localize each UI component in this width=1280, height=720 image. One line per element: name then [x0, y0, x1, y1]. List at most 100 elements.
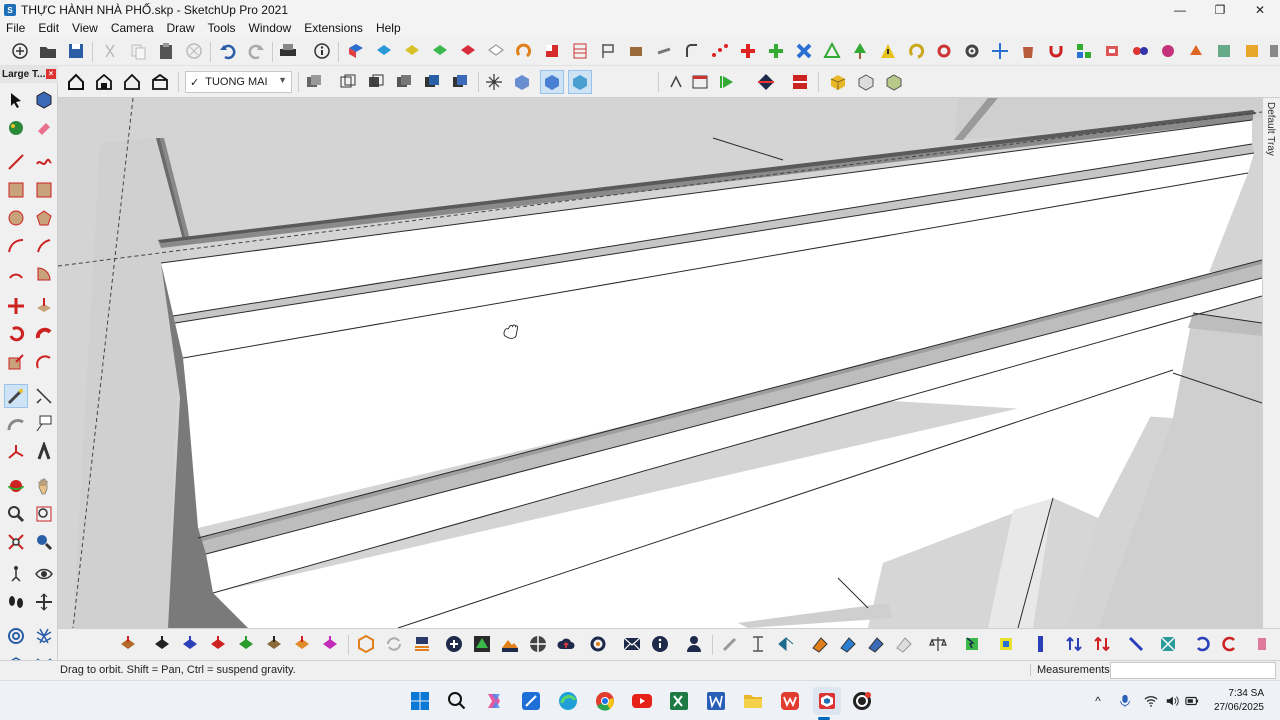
rotate-icon[interactable] [6, 324, 26, 344]
zoom-extents-icon[interactable] [6, 532, 26, 552]
terrain-icon[interactable] [472, 634, 492, 654]
solid-trim-icon[interactable] [208, 634, 228, 654]
red-square-icon[interactable] [542, 41, 562, 61]
magnet-icon[interactable] [1046, 41, 1066, 61]
plugin-a-icon[interactable] [1102, 41, 1122, 61]
solid-subtract-icon[interactable] [180, 634, 200, 654]
rectangle-icon[interactable] [6, 180, 26, 200]
plugin-b-icon[interactable] [1130, 41, 1150, 61]
user-profile-icon[interactable] [684, 634, 704, 654]
speaker-icon[interactable] [1164, 693, 1180, 709]
warehouse-icon[interactable] [356, 634, 376, 654]
paint-bucket-icon[interactable] [6, 118, 26, 138]
blue-cube-icon[interactable] [346, 41, 366, 61]
menu-draw[interactable]: Draw [161, 21, 202, 35]
green-diamond-icon[interactable] [430, 41, 450, 61]
redo-icon[interactable] [246, 41, 266, 61]
chevron-up-icon[interactable]: ^ [1090, 693, 1106, 709]
line-pencil-icon[interactable] [6, 152, 26, 172]
warning-icon[interactable] [878, 41, 898, 61]
white-box-icon[interactable] [856, 72, 876, 92]
cut-icon[interactable] [100, 41, 120, 61]
red-cross-icon[interactable] [738, 41, 758, 61]
edge-browser-icon[interactable] [556, 689, 580, 713]
green-blocks-icon[interactable] [1074, 41, 1094, 61]
copilot-icon[interactable] [482, 689, 506, 713]
up-down-red-arrows-icon[interactable] [1092, 634, 1112, 654]
loop-icon[interactable] [906, 41, 926, 61]
tape-measure-active-icon[interactable] [4, 384, 28, 408]
zoom-icon[interactable] [6, 504, 26, 524]
refresh-icon[interactable] [384, 634, 404, 654]
brown-box-icon[interactable] [626, 41, 646, 61]
pan-hand-icon[interactable] [34, 476, 54, 496]
close-panel-button[interactable]: × [46, 69, 56, 79]
select-green-icon[interactable] [996, 634, 1016, 654]
diagonal-arrow-icon[interactable] [1126, 634, 1146, 654]
sketchup-taskbar-icon[interactable] [813, 687, 841, 715]
white-diamond-icon[interactable] [486, 41, 506, 61]
tree-icon[interactable] [850, 41, 870, 61]
select-blue-icon[interactable] [962, 634, 982, 654]
section-cut-icon[interactable] [790, 72, 810, 92]
hidden-line-icon[interactable] [366, 72, 386, 92]
circle-icon[interactable] [6, 208, 26, 228]
yellow-diamond-icon[interactable] [402, 41, 422, 61]
top-view-icon[interactable] [512, 72, 532, 92]
section-plane-tool-icon[interactable] [34, 592, 54, 612]
red-diamond-icon[interactable] [458, 41, 478, 61]
undo-blue-icon[interactable] [1192, 634, 1212, 654]
plugin-d-icon[interactable] [1186, 41, 1206, 61]
gear-icon[interactable] [962, 41, 982, 61]
cloud-upload-icon[interactable] [556, 634, 576, 654]
bucket-icon[interactable] [1018, 41, 1038, 61]
chrome-browser-icon[interactable] [593, 689, 617, 713]
settings-gear-icon[interactable] [588, 634, 608, 654]
sandbox-from-scratch-icon[interactable] [34, 626, 54, 646]
play-scene-icon[interactable] [718, 72, 738, 92]
scenes-icon[interactable] [690, 72, 710, 92]
solid-tool-icon[interactable] [118, 634, 138, 654]
info-icon[interactable] [650, 634, 670, 654]
menu-camera[interactable]: Camera [105, 21, 161, 35]
style-dropdown[interactable]: ✓ TUONG MAI ▼ [185, 71, 292, 93]
menu-tools[interactable]: Tools [202, 21, 243, 35]
blend-tool-icon[interactable] [866, 634, 886, 654]
open-folder-icon[interactable] [38, 41, 58, 61]
height-tool-icon[interactable] [748, 634, 768, 654]
orange-arc-icon[interactable] [514, 41, 534, 61]
solid-split-icon[interactable] [236, 634, 256, 654]
3d-text-icon[interactable] [34, 442, 54, 462]
shaded-icon[interactable] [394, 72, 414, 92]
rotated-rectangle-icon[interactable] [34, 180, 54, 200]
photo-texture-icon[interactable] [500, 634, 520, 654]
battery-icon[interactable] [1184, 693, 1200, 709]
measurements-input[interactable] [1110, 662, 1276, 679]
previous-view-icon[interactable] [34, 532, 54, 552]
model-viewport[interactable] [58, 98, 1262, 628]
side-view-active-icon[interactable] [568, 70, 592, 94]
green-cross-icon[interactable] [766, 41, 786, 61]
walk-footprints-icon[interactable] [6, 592, 26, 612]
solid-magenta-icon[interactable] [320, 634, 340, 654]
overflow-tool-icon[interactable] [1252, 634, 1272, 654]
minimize-button[interactable]: — [1160, 0, 1200, 20]
maximize-button[interactable]: ❐ [1200, 0, 1240, 20]
plugin-f-icon[interactable] [1242, 41, 1262, 61]
copy-icon[interactable] [128, 41, 148, 61]
front-view-active-icon[interactable] [540, 70, 564, 94]
section-plane-icon[interactable] [666, 72, 686, 92]
default-tray-collapsed[interactable]: Default Tray [1262, 98, 1280, 628]
dimension-icon[interactable] [34, 386, 54, 406]
zoom-window-icon[interactable] [34, 504, 54, 524]
solid-intersect-icon[interactable] [292, 634, 312, 654]
text-label-icon[interactable] [34, 414, 54, 434]
save-icon[interactable] [66, 41, 86, 61]
add-location-icon[interactable] [444, 634, 464, 654]
menu-file[interactable]: File [0, 21, 32, 35]
toolbar-overflow-icon[interactable] [1266, 41, 1280, 61]
paste-icon[interactable] [156, 41, 176, 61]
redo-red-icon[interactable] [1220, 634, 1240, 654]
checker-globe-icon[interactable] [528, 634, 548, 654]
file-explorer-icon[interactable] [741, 689, 765, 713]
